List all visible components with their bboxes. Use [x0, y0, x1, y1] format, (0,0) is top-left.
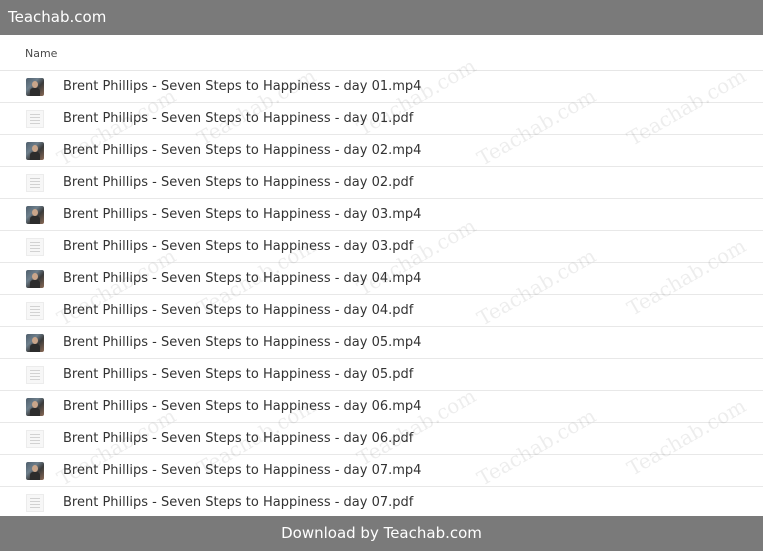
file-name-link[interactable]: Brent Phillips - Seven Steps to Happines… — [63, 135, 421, 166]
file-name-link[interactable]: Brent Phillips - Seven Steps to Happines… — [63, 167, 413, 198]
file-row[interactable]: Brent Phillips - Seven Steps to Happines… — [0, 327, 763, 359]
file-name-link[interactable]: Brent Phillips - Seven Steps to Happines… — [63, 327, 421, 358]
video-thumbnail-icon — [26, 334, 44, 352]
file-row[interactable]: Brent Phillips - Seven Steps to Happines… — [0, 135, 763, 167]
pdf-document-icon — [26, 174, 44, 192]
file-row[interactable]: Brent Phillips - Seven Steps to Happines… — [0, 359, 763, 391]
file-name-link[interactable]: Brent Phillips - Seven Steps to Happines… — [63, 455, 421, 486]
file-row[interactable]: Brent Phillips - Seven Steps to Happines… — [0, 295, 763, 327]
file-name-link[interactable]: Brent Phillips - Seven Steps to Happines… — [63, 295, 413, 326]
file-row[interactable]: Brent Phillips - Seven Steps to Happines… — [0, 199, 763, 231]
pdf-document-icon — [26, 238, 44, 256]
video-thumbnail-icon — [26, 398, 44, 416]
file-name-link[interactable]: Brent Phillips - Seven Steps to Happines… — [63, 199, 421, 230]
file-row[interactable]: Brent Phillips - Seven Steps to Happines… — [0, 455, 763, 487]
video-thumbnail-icon — [26, 462, 44, 480]
video-thumbnail-icon — [26, 78, 44, 96]
file-name-link[interactable]: Brent Phillips - Seven Steps to Happines… — [63, 263, 421, 294]
pdf-document-icon — [26, 366, 44, 384]
file-name-link[interactable]: Brent Phillips - Seven Steps to Happines… — [63, 391, 421, 422]
footer-bar: Download by Teachab.com — [0, 516, 763, 551]
column-header-name[interactable]: Name — [25, 47, 57, 60]
file-name-link[interactable]: Brent Phillips - Seven Steps to Happines… — [63, 487, 413, 518]
file-name-link[interactable]: Brent Phillips - Seven Steps to Happines… — [63, 231, 413, 262]
file-name-link[interactable]: Brent Phillips - Seven Steps to Happines… — [63, 359, 413, 390]
file-row[interactable]: Brent Phillips - Seven Steps to Happines… — [0, 391, 763, 423]
file-row[interactable]: Brent Phillips - Seven Steps to Happines… — [0, 231, 763, 263]
file-list: Brent Phillips - Seven Steps to Happines… — [0, 71, 763, 519]
file-name-link[interactable]: Brent Phillips - Seven Steps to Happines… — [63, 71, 421, 102]
file-row[interactable]: Brent Phillips - Seven Steps to Happines… — [0, 487, 763, 519]
video-thumbnail-icon — [26, 270, 44, 288]
file-name-link[interactable]: Brent Phillips - Seven Steps to Happines… — [63, 423, 413, 454]
file-row[interactable]: Brent Phillips - Seven Steps to Happines… — [0, 167, 763, 199]
video-thumbnail-icon — [26, 206, 44, 224]
pdf-document-icon — [26, 110, 44, 128]
pdf-document-icon — [26, 302, 44, 320]
top-title-bar: Teachab.com — [0, 0, 763, 35]
file-row[interactable]: Brent Phillips - Seven Steps to Happines… — [0, 263, 763, 295]
footer-text: Download by Teachab.com — [281, 524, 482, 542]
file-row[interactable]: Brent Phillips - Seven Steps to Happines… — [0, 103, 763, 135]
pdf-document-icon — [26, 430, 44, 448]
site-title: Teachab.com — [8, 8, 107, 26]
file-name-link[interactable]: Brent Phillips - Seven Steps to Happines… — [63, 103, 413, 134]
video-thumbnail-icon — [26, 142, 44, 160]
pdf-document-icon — [26, 494, 44, 512]
column-header-row: Name — [0, 35, 763, 71]
file-row[interactable]: Brent Phillips - Seven Steps to Happines… — [0, 71, 763, 103]
file-row[interactable]: Brent Phillips - Seven Steps to Happines… — [0, 423, 763, 455]
